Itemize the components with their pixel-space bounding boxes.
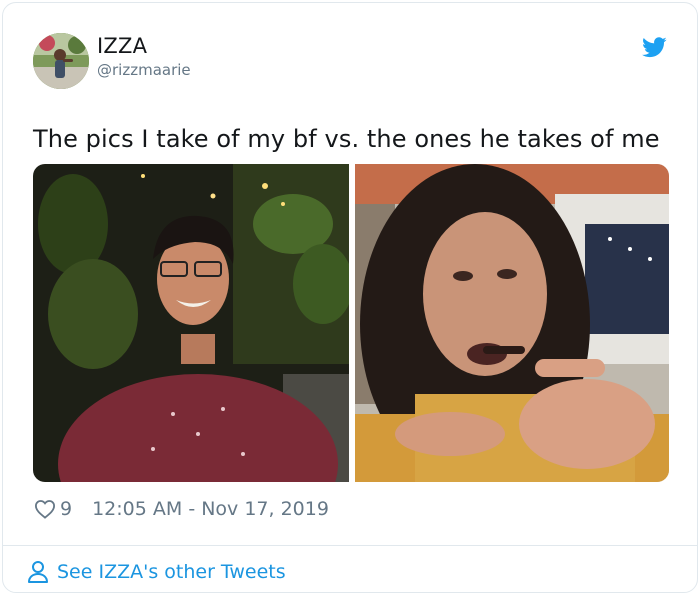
- tweet-card: IZZA @rizzmaarie The pics I take of my b…: [2, 2, 698, 593]
- author-name[interactable]: IZZA: [97, 34, 147, 58]
- tweet-media[interactable]: [33, 164, 669, 482]
- tweet-text: The pics I take of my bf vs. the ones he…: [33, 125, 660, 153]
- like-count[interactable]: 9: [60, 498, 72, 520]
- photo-boyfriend[interactable]: [33, 164, 349, 482]
- see-other-tweets-link[interactable]: See IZZA's other Tweets: [27, 558, 286, 586]
- footer-divider: [3, 545, 697, 546]
- photo-girlfriend[interactable]: [355, 164, 669, 482]
- avatar[interactable]: [33, 33, 89, 89]
- person-outline-icon: [28, 561, 48, 583]
- see-other-tweets-label[interactable]: See IZZA's other Tweets: [57, 561, 286, 583]
- tweet-timestamp[interactable]: 12:05 AM - Nov 17, 2019: [92, 498, 329, 520]
- twitter-bird-icon[interactable]: [642, 37, 667, 58]
- heart-outline-icon[interactable]: [34, 499, 56, 519]
- author-handle[interactable]: @rizzmaarie: [97, 61, 191, 79]
- tweet-meta: 9 12:05 AM - Nov 17, 2019: [34, 497, 329, 521]
